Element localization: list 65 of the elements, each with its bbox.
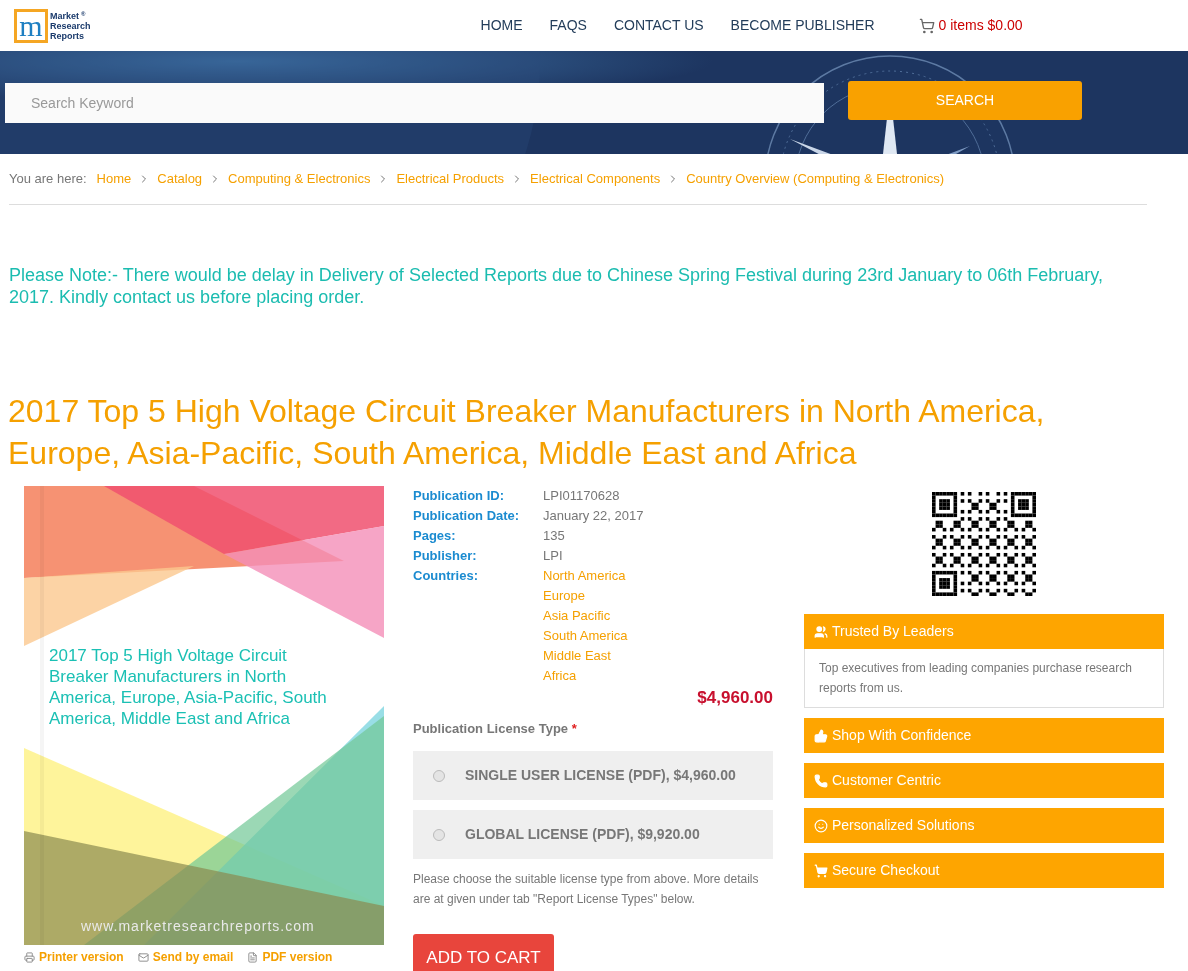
radio-button[interactable] xyxy=(433,828,445,841)
detail-value: LPI xyxy=(543,547,563,565)
mail-icon xyxy=(137,951,149,963)
cart-icon xyxy=(814,863,828,878)
printer-icon xyxy=(24,951,35,963)
country-link[interactable]: Asia Pacific xyxy=(543,606,628,626)
country-link[interactable]: Africa xyxy=(543,666,628,686)
detail-label: Publisher: xyxy=(413,547,478,565)
cover-url: www.marketresearchreports.com xyxy=(81,917,315,936)
breadcrumb-label: You are here: xyxy=(9,170,87,189)
thumbs-up-icon xyxy=(814,728,828,743)
users-icon xyxy=(814,624,828,639)
breadcrumb-link[interactable]: Electrical Products xyxy=(396,169,505,189)
breadcrumb-link[interactable]: Country Overview (Computing & Electronics) xyxy=(686,169,945,189)
cover-link[interactable]: Send by email xyxy=(137,948,234,966)
breadcrumb-link[interactable]: Home xyxy=(96,169,132,189)
panel-header[interactable]: Secure Checkout xyxy=(804,853,1164,888)
panel-header[interactable]: Personalized Solutions xyxy=(804,808,1164,843)
logo-text: Reports xyxy=(50,30,84,41)
detail-label: Publication Date: xyxy=(413,507,521,525)
panel-header[interactable]: Shop With Confidence xyxy=(804,718,1164,753)
nav-link[interactable]: FAQS xyxy=(549,15,587,36)
panel-body: Top executives from leading companies purchase research reports from us. xyxy=(804,649,1164,708)
delivery-notice: Please Note:- There would be delay in Delivery of Selected Reports due to Chinese Spring Festival during 23rd January to 06th February, 2017. Kindly contact us before placing order. xyxy=(9,264,1104,308)
qr-code-icon xyxy=(932,492,1036,596)
phone-icon xyxy=(814,773,828,788)
logo-icon[interactable]: m xyxy=(14,8,48,43)
document-icon xyxy=(247,951,259,963)
detail-value: LPI01170628 xyxy=(543,487,620,505)
radio-button[interactable] xyxy=(433,769,445,782)
cover-link[interactable]: Printer version xyxy=(24,948,124,966)
detail-value: 135 xyxy=(543,527,565,545)
cover-link[interactable]: PDF version xyxy=(247,948,333,966)
breadcrumb-link[interactable]: Computing & Electronics xyxy=(228,169,371,189)
price: $4,960.00 xyxy=(697,687,773,709)
report-title: 2017 Top 5 High Voltage Circuit Breaker Manufacturers in North America, Europe, Asia-Pacific, South America, Middle East and Africa xyxy=(8,392,1046,473)
panel-header[interactable]: Trusted By Leaders xyxy=(804,614,1164,649)
panel-header[interactable]: Customer Centric xyxy=(804,763,1164,798)
add-to-cart-button[interactable]: ADD TO CART xyxy=(413,934,554,971)
cover-title: 2017 Top 5 High Voltage Circuit Breaker Manufacturers in North America, Europe, Asia-Pacific, South America, Middle East and Africa xyxy=(49,645,328,729)
cart-link[interactable]: 0 items $0.00 xyxy=(918,15,1023,36)
detail-label: Publication ID: xyxy=(413,487,505,505)
detail-label: Pages: xyxy=(413,527,457,545)
nav-link[interactable]: CONTACT US xyxy=(613,15,704,36)
search-field[interactable]: Search Keyword xyxy=(5,82,824,123)
license-note: Please choose the suitable license type from above. More details are at given under tab "Report License Types" below. xyxy=(413,871,760,908)
license-label: Publication License Type xyxy=(413,720,569,736)
license-option[interactable]: GLOBAL LICENSE (PDF), $9,920.00 xyxy=(413,810,773,859)
detail-label: Countries: xyxy=(413,567,479,585)
nav-link[interactable]: BECOME PUBLISHER xyxy=(730,15,875,36)
country-link[interactable]: North America xyxy=(543,566,628,586)
logo-text: Market xyxy=(50,10,79,21)
smile-icon xyxy=(814,818,828,833)
logo-text: Research xyxy=(50,20,91,31)
country-link[interactable]: Middle East xyxy=(543,646,628,666)
country-link[interactable]: Europe xyxy=(543,586,628,606)
search-button[interactable]: SEARCH xyxy=(848,81,1082,120)
country-link[interactable]: South America xyxy=(543,626,628,646)
detail-value: January 22, 2017 xyxy=(543,507,644,525)
nav-link[interactable]: HOME xyxy=(480,15,523,36)
breadcrumb-link[interactable]: Catalog xyxy=(157,169,203,189)
cart-icon xyxy=(918,17,935,34)
required-mark: * xyxy=(571,720,577,736)
breadcrumb-link[interactable]: Electrical Components xyxy=(530,169,661,189)
license-option[interactable]: SINGLE USER LICENSE (PDF), $4,960.00 xyxy=(413,751,773,800)
